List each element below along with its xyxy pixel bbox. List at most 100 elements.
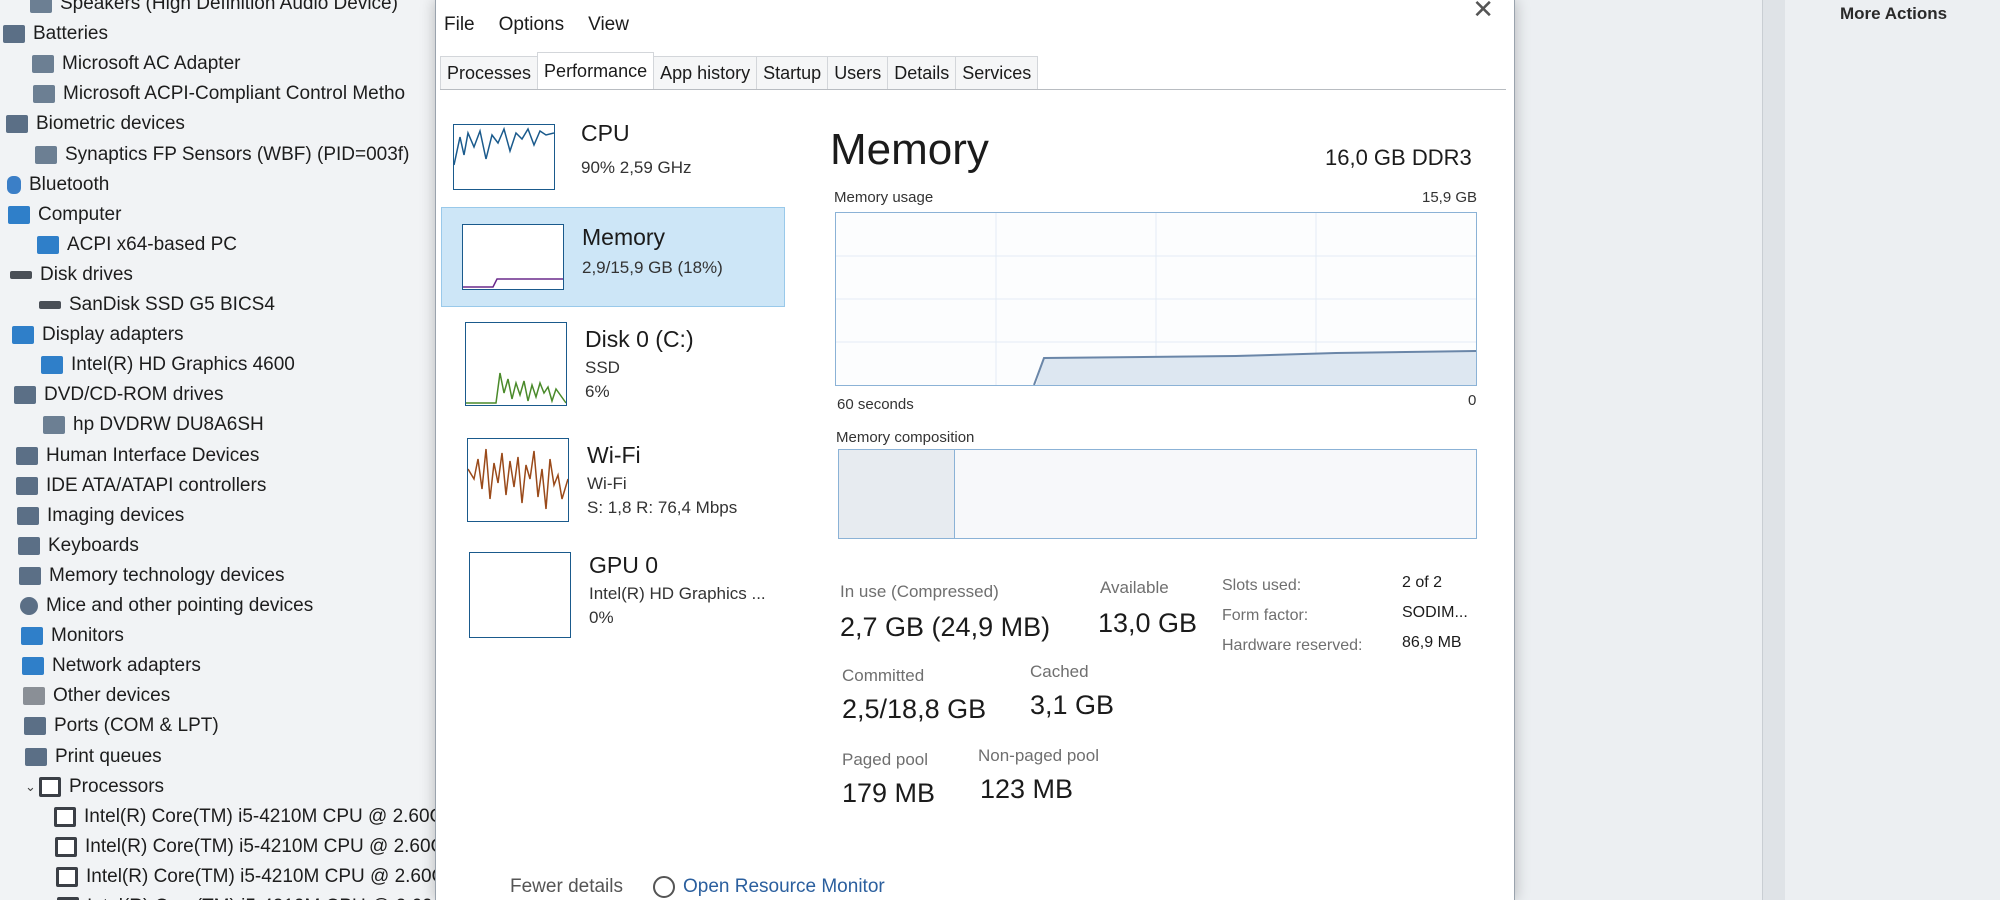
sidebar-gpu-usage: 0% — [589, 608, 614, 627]
tab-startup[interactable]: Startup — [756, 56, 829, 90]
device-category[interactable]: Biometric devices — [6, 109, 185, 139]
sidebar-item-gpu[interactable]: GPU 0 Intel(R) HD Graphics ... 0% — [441, 548, 781, 648]
keyboard-icon — [18, 536, 40, 555]
tab-details[interactable]: Details — [887, 56, 957, 90]
open-resource-monitor-link[interactable]: Open Resource Monitor — [653, 876, 885, 898]
menu-file[interactable]: File — [444, 14, 475, 36]
disk-drive-icon — [10, 270, 32, 279]
device-label: Disk drives — [40, 263, 133, 285]
tab-strip: Processes Performance App history Startu… — [440, 52, 1039, 90]
battery-icon — [3, 25, 25, 44]
device-label: Human Interface Devices — [46, 444, 260, 466]
footer-bar: Fewer details Open Resource Monitor — [510, 876, 885, 898]
device-item[interactable]: hp DVDRW DU8A6SH — [43, 410, 264, 440]
device-category[interactable]: Print queues — [25, 742, 162, 772]
paged-pool-value: 179 MB — [842, 778, 936, 808]
port-icon — [24, 717, 46, 736]
device-item[interactable]: Intel(R) Core(TM) i5-4210M CPU @ 2.60GH — [56, 862, 440, 892]
processor-icon — [55, 836, 77, 857]
tab-app-history[interactable]: App history — [653, 56, 758, 90]
device-category[interactable]: Computer — [8, 200, 121, 230]
device-category[interactable]: Network adapters — [22, 651, 201, 681]
device-item[interactable]: Intel(R) Core(TM) i5-4210M CPU @ 2.60GH — [57, 892, 440, 900]
device-label: Display adapters — [42, 324, 184, 346]
device-label: Microsoft ACPI-Compliant Control Metho — [63, 83, 406, 105]
device-label: Biometric devices — [36, 113, 185, 135]
device-category[interactable]: Bluetooth — [7, 170, 109, 200]
device-category[interactable]: Disk drives — [10, 260, 133, 290]
device-category[interactable]: DVD/CD-ROM drives — [14, 380, 223, 410]
fewer-details-button[interactable]: Fewer details — [510, 876, 623, 898]
sidebar-item-memory[interactable]: Memory 2,9/15,9 GB (18%) — [441, 207, 785, 307]
processor-icon — [56, 866, 78, 887]
close-icon[interactable]: ✕ — [1472, 0, 1494, 25]
nonpaged-pool-value: 123 MB — [980, 774, 1074, 804]
battery-icon — [32, 55, 54, 74]
device-item[interactable]: Microsoft ACPI-Compliant Control Metho — [33, 79, 405, 109]
hid-icon — [16, 446, 38, 465]
device-category[interactable]: Imaging devices — [17, 501, 184, 531]
sidebar-item-cpu[interactable]: CPU 90% 2,59 GHz — [441, 108, 781, 208]
processor-icon — [54, 806, 76, 827]
graph-time-right: 0 — [1468, 392, 1477, 409]
tab-users[interactable]: Users — [827, 56, 889, 90]
device-category[interactable]: Display adapters — [12, 320, 184, 350]
sidebar-wifi-adapter: Wi-Fi — [587, 474, 627, 493]
memory-usage-label: Memory usage — [834, 189, 934, 206]
fingerprint-icon — [6, 115, 28, 134]
network-adapter-icon — [22, 657, 44, 676]
device-label: Synaptics FP Sensors (WBF) (PID=003f) — [65, 143, 410, 165]
cpu-thumbnail-graph — [453, 124, 555, 190]
device-label: DVD/CD-ROM drives — [44, 384, 224, 406]
device-category[interactable]: Human Interface Devices — [16, 441, 259, 471]
device-item[interactable]: Intel(R) HD Graphics 4600 — [41, 350, 295, 380]
display-adapter-icon — [41, 356, 63, 375]
device-category[interactable]: ⌄ Processors — [25, 772, 164, 802]
memory-spec: 16,0 GB DDR3 — [1325, 145, 1472, 170]
tab-services[interactable]: Services — [955, 56, 1039, 90]
device-item[interactable]: ACPI x64-based PC — [37, 230, 237, 260]
sidebar-wifi-title: Wi-Fi — [587, 442, 641, 468]
device-label: Network adapters — [52, 655, 201, 677]
device-label: Microsoft AC Adapter — [62, 53, 241, 75]
sidebar-gpu-name: Intel(R) HD Graphics ... — [589, 584, 766, 603]
device-category[interactable]: Ports (COM & LPT) — [24, 711, 219, 741]
more-actions-link[interactable]: More Actions — [1840, 4, 1947, 24]
actions-panel — [1510, 0, 2000, 900]
device-label: Speakers (High Definition Audio Device) — [60, 0, 398, 14]
device-item[interactable]: Speakers (High Definition Audio Device) — [30, 0, 398, 19]
device-label: Keyboards — [48, 534, 139, 556]
device-label: Batteries — [33, 23, 108, 45]
slots-used-value: 2 of 2 — [1402, 574, 1443, 591]
in-use-label: In use (Compressed) — [840, 582, 999, 601]
device-item[interactable]: Intel(R) Core(TM) i5-4210M CPU @ 2.60GH — [55, 832, 440, 862]
tab-processes[interactable]: Processes — [440, 56, 539, 90]
device-item[interactable]: Intel(R) Core(TM) i5-4210M CPU @ 2.60GH — [54, 802, 440, 832]
sidebar-item-wifi[interactable]: Wi-Fi Wi-Fi S: 1,8 R: 76,4 Mbps — [441, 432, 781, 532]
device-category[interactable]: Memory technology devices — [19, 561, 285, 591]
device-category[interactable]: Other devices — [23, 681, 170, 711]
hardware-reserved-label: Hardware reserved: — [1222, 637, 1363, 654]
device-item[interactable]: SanDisk SSD G5 BICS4 — [39, 290, 275, 320]
device-label: Print queues — [55, 745, 162, 767]
device-item[interactable]: Synaptics FP Sensors (WBF) (PID=003f) — [35, 140, 409, 170]
sidebar-item-disk[interactable]: Disk 0 (C:) SSD 6% — [441, 314, 781, 414]
menu-view[interactable]: View — [588, 14, 629, 36]
device-item[interactable]: Microsoft AC Adapter — [32, 49, 240, 79]
panel-scrollbar[interactable] — [1762, 0, 1785, 900]
device-label: Intel(R) Core(TM) i5-4210M CPU @ 2.60GH — [87, 896, 440, 900]
gpu-thumbnail-graph — [469, 552, 571, 638]
device-category[interactable]: IDE ATA/ATAPI controllers — [16, 471, 266, 501]
device-category[interactable]: Keyboards — [18, 531, 139, 561]
memory-composition-in-use — [839, 450, 955, 538]
device-category[interactable]: Monitors — [21, 621, 124, 651]
device-category[interactable]: Batteries — [3, 19, 108, 49]
committed-value: 2,5/18,8 GB — [842, 694, 987, 724]
tab-performance[interactable]: Performance — [537, 52, 655, 90]
device-category[interactable]: Mice and other pointing devices — [20, 591, 313, 621]
menu-options[interactable]: Options — [499, 14, 564, 36]
sidebar-memory-usage: 2,9/15,9 GB (18%) — [582, 258, 723, 277]
chevron-down-icon[interactable]: ⌄ — [25, 779, 36, 795]
memory-thumbnail-graph — [462, 224, 564, 290]
sidebar-gpu-title: GPU 0 — [589, 552, 659, 578]
